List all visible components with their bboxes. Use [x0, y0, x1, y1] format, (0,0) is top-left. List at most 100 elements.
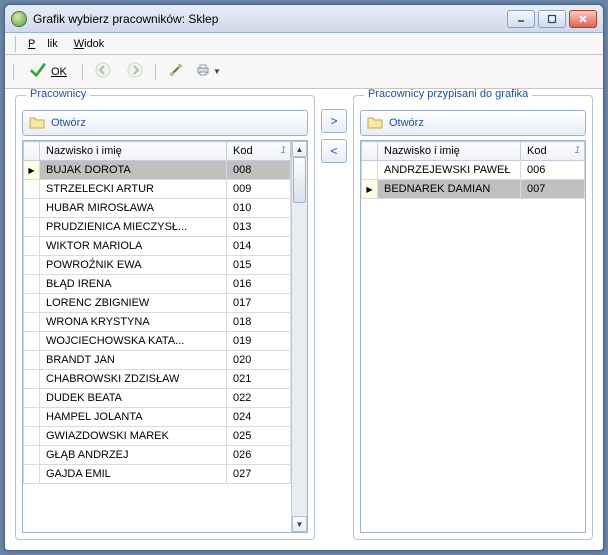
move-left-button[interactable]: <: [321, 139, 347, 163]
left-panel-toolbar: Otwórz: [22, 110, 308, 136]
cell-name: BUJAK DOROTA: [40, 161, 227, 180]
table-row[interactable]: PRUDZIENICA MIECZYSŁ...013: [24, 218, 291, 237]
cell-code: 026: [227, 446, 291, 465]
minimize-button[interactable]: [507, 10, 535, 28]
app-icon: [11, 11, 27, 27]
cell-code: 006: [521, 161, 585, 180]
titlebar: Grafik wybierz pracowników: Sklep: [5, 5, 603, 33]
cell-code: 016: [227, 275, 291, 294]
menu-view[interactable]: Widok: [68, 36, 111, 52]
right-grid[interactable]: Nazwisko i imię Kod1 ANDRZEJEWSKI PAWEŁ0…: [361, 141, 585, 532]
cell-code: 025: [227, 427, 291, 446]
cell-code: 008: [227, 161, 291, 180]
group-employees: Pracownicy Otwórz Nazwisko i imię Kod1 ▶…: [15, 95, 315, 540]
cell-name: HUBAR MIROSŁAWA: [40, 199, 227, 218]
row-indicator: [24, 256, 40, 275]
print-button[interactable]: ▼: [194, 59, 222, 85]
cell-code: 014: [227, 237, 291, 256]
cell-name: GWIAZDOWSKI MAREK: [40, 427, 227, 446]
table-row[interactable]: GAJDA EMIL027: [24, 465, 291, 484]
right-row-indicator-header: [362, 142, 378, 161]
cell-code: 018: [227, 313, 291, 332]
maximize-button[interactable]: [538, 10, 566, 28]
cell-code: 007: [521, 180, 585, 199]
left-grid[interactable]: Nazwisko i imię Kod1 ▶BUJAK DOROTA008STR…: [23, 141, 291, 532]
nav-back-button[interactable]: [89, 59, 117, 85]
transfer-buttons: > <: [321, 95, 347, 540]
cell-name: HAMPEL JOLANTA: [40, 408, 227, 427]
cell-name: WOJCIECHOWSKA KATA...: [40, 332, 227, 351]
cell-code: 027: [227, 465, 291, 484]
cell-name: GŁĄB ANDRZEJ: [40, 446, 227, 465]
nav-forward-button[interactable]: [121, 59, 149, 85]
scroll-down-button[interactable]: ▼: [292, 516, 307, 532]
cell-name: BEDNAREK DAMIAN: [378, 180, 521, 199]
row-indicator: [24, 427, 40, 446]
close-button[interactable]: [569, 10, 597, 28]
back-icon: [95, 62, 111, 81]
cell-name: GAJDA EMIL: [40, 465, 227, 484]
table-row[interactable]: CHABROWSKI ZDZISŁAW021: [24, 370, 291, 389]
table-row[interactable]: LORENC ZBIGNIEW017: [24, 294, 291, 313]
right-panel-toolbar: Otwórz: [360, 110, 586, 136]
legend-employees: Pracownicy: [26, 89, 90, 100]
scroll-thumb[interactable]: [293, 157, 306, 203]
left-scrollbar[interactable]: ▲ ▼: [291, 141, 307, 532]
cell-code: 010: [227, 199, 291, 218]
ok-button[interactable]: OK: [20, 59, 76, 85]
scroll-track[interactable]: [292, 157, 307, 516]
table-row[interactable]: HAMPEL JOLANTA024: [24, 408, 291, 427]
left-row-indicator-header: [24, 142, 40, 161]
dropdown-icon: ▼: [213, 67, 221, 76]
table-row[interactable]: WOJCIECHOWSKA KATA...019: [24, 332, 291, 351]
open-button-right[interactable]: Otwórz: [389, 117, 424, 129]
tools-button[interactable]: [162, 59, 190, 85]
table-row[interactable]: STRZELECKI ARTUR009: [24, 180, 291, 199]
window-title: Grafik wybierz pracowników: Sklep: [33, 12, 507, 26]
menubar: Plik Widok: [5, 33, 603, 55]
row-indicator: [24, 218, 40, 237]
row-indicator: [24, 446, 40, 465]
cell-code: 013: [227, 218, 291, 237]
cell-code: 020: [227, 351, 291, 370]
table-row[interactable]: WIKTOR MARIOLA014: [24, 237, 291, 256]
left-col-code[interactable]: Kod1: [227, 142, 291, 161]
left-col-name[interactable]: Nazwisko i imię: [40, 142, 227, 161]
cell-code: 021: [227, 370, 291, 389]
check-icon: [29, 61, 47, 82]
app-window: Grafik wybierz pracowników: Sklep Plik W…: [4, 4, 604, 551]
open-button-left[interactable]: Otwórz: [51, 117, 86, 129]
forward-icon: [127, 62, 143, 81]
table-row[interactable]: ▶BEDNAREK DAMIAN007: [362, 180, 585, 199]
row-indicator: [24, 351, 40, 370]
table-row[interactable]: ▶BUJAK DOROTA008: [24, 161, 291, 180]
print-icon: [195, 62, 211, 81]
row-indicator: ▶: [24, 161, 40, 180]
right-col-name[interactable]: Nazwisko i imię: [378, 142, 521, 161]
cell-name: ANDRZEJEWSKI PAWEŁ: [378, 161, 521, 180]
cell-name: STRZELECKI ARTUR: [40, 180, 227, 199]
row-indicator: [24, 180, 40, 199]
right-col-code[interactable]: Kod1: [521, 142, 585, 161]
cell-name: WIKTOR MARIOLA: [40, 237, 227, 256]
row-indicator: [24, 294, 40, 313]
table-row[interactable]: HUBAR MIROSŁAWA010: [24, 199, 291, 218]
table-row[interactable]: BŁĄD IRENA016: [24, 275, 291, 294]
table-row[interactable]: DUDEK BEATA022: [24, 389, 291, 408]
menu-file[interactable]: Plik: [22, 36, 64, 52]
row-indicator: [24, 465, 40, 484]
row-indicator: [24, 199, 40, 218]
folder-icon: [367, 115, 383, 132]
table-row[interactable]: ANDRZEJEWSKI PAWEŁ006: [362, 161, 585, 180]
cell-code: 015: [227, 256, 291, 275]
row-indicator: [24, 237, 40, 256]
table-row[interactable]: BRANDT JAN020: [24, 351, 291, 370]
cell-code: 024: [227, 408, 291, 427]
move-right-button[interactable]: >: [321, 109, 347, 133]
table-row[interactable]: POWROŹNIK EWA015: [24, 256, 291, 275]
scroll-up-button[interactable]: ▲: [292, 141, 307, 157]
table-row[interactable]: GŁĄB ANDRZEJ026: [24, 446, 291, 465]
table-row[interactable]: WRONA KRYSTYNA018: [24, 313, 291, 332]
toolbar: OK ▼: [5, 55, 603, 89]
table-row[interactable]: GWIAZDOWSKI MAREK025: [24, 427, 291, 446]
